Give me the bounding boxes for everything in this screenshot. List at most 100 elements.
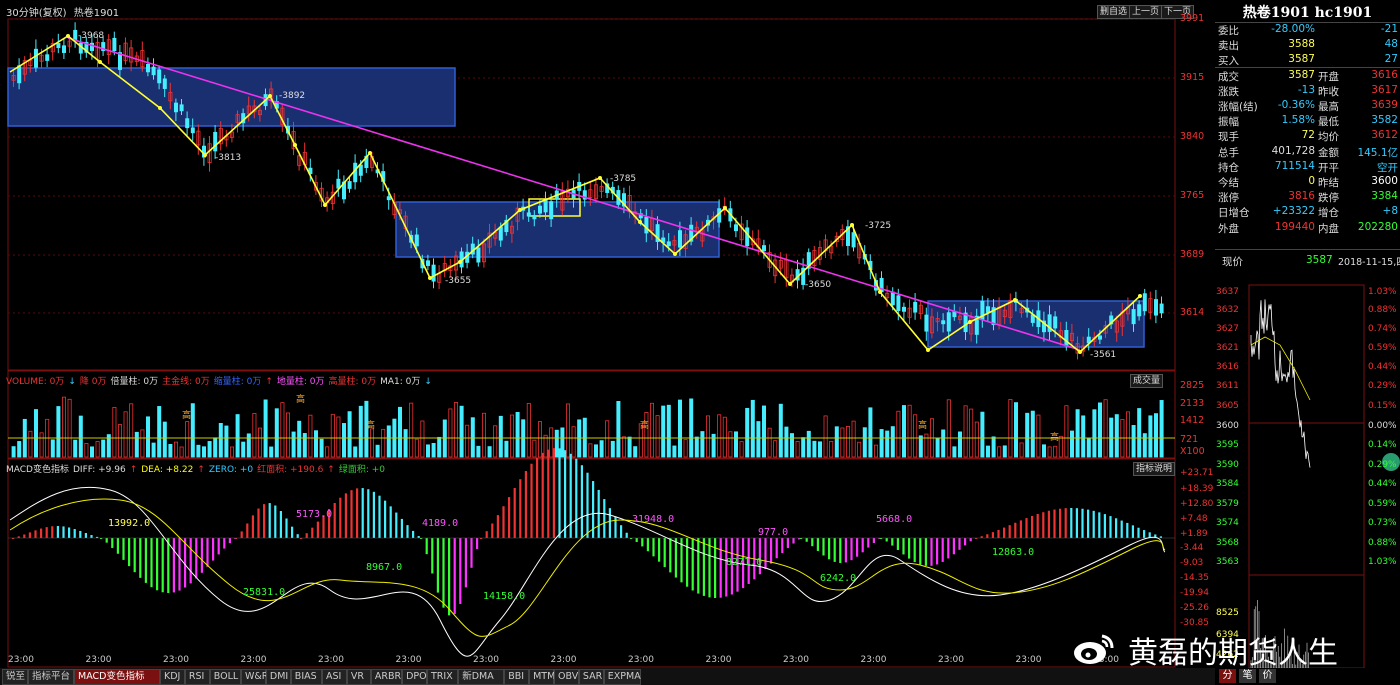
tab-8[interactable]: BIAS [290,669,322,685]
tab-5[interactable]: BOLL [209,669,241,685]
volume-bar [756,421,761,458]
macd-bar [128,538,131,567]
macd-bar [333,503,336,538]
volume-bar [862,427,867,458]
remove-watchlist-button[interactable]: 删自选 [1097,5,1131,19]
macd-bar [178,538,181,591]
macd-bar [719,538,722,598]
macd-tick: +18.39 [1180,484,1214,494]
volume-bar [784,426,789,458]
volume-bar [28,430,33,458]
quote-label: 成交 [1218,70,1239,83]
macd-bar [1042,512,1045,538]
macd-bar [691,538,694,591]
macd-bar [969,538,972,542]
volume-bar [67,398,72,458]
quote-value-2: 3582 [1371,114,1398,127]
volume-bar [375,444,380,458]
macd-bar [980,536,983,538]
quote-value-2: 3616 [1371,68,1398,81]
indicator-help-button[interactable]: 指标说明 [1133,462,1176,476]
tab-2[interactable]: MACD变色指标 [74,669,160,685]
tab-16[interactable]: MTM [529,669,555,685]
candle-body [1098,335,1103,340]
prev-page-button[interactable]: 上一页 [1129,5,1163,19]
legend-item: ↑ [129,465,138,475]
current-price-value: 3587 [1306,254,1333,266]
volume-bar [509,414,514,458]
price-annotation: -3725 [865,221,892,231]
macd-bar [536,457,539,538]
volume-type-button[interactable]: 成交量 [1130,374,1164,388]
macd-bar [822,538,825,556]
tab-11[interactable]: ARBR [370,669,403,685]
volume-bar [958,431,963,458]
volume-bar [409,402,414,458]
volume-legend: VOLUME: 0万 ↓ 降 0万 倍量柱: 0万 主金线: 0万 缩量柱: 0万 ↑ 地量柱… [6,374,436,387]
price-tick: 3991 [1180,13,1205,24]
tab-3[interactable]: KDJ [160,669,185,685]
zigzag-arrow [518,208,522,212]
macd-bar [195,538,198,579]
macd-bar [51,526,54,538]
quote-value-2: +8 [1382,205,1398,218]
price-annotation: -3655 [445,276,472,286]
tab-9[interactable]: ASI [322,669,347,685]
candle-body [526,212,531,217]
volume-tick: 2825 [1180,380,1205,391]
volume-bar [319,438,324,458]
tab-13[interactable]: TRIX [427,669,459,685]
volume-bar [1036,414,1041,458]
volume-bar [885,430,890,458]
tab-6[interactable]: W&R [241,669,268,685]
macd-bar [291,526,294,538]
quote-label-2: 内盘 [1318,222,1339,235]
macd-bar [316,521,319,538]
tab-4[interactable]: RSI [184,669,210,685]
volume-bar [616,401,621,458]
tab-1[interactable]: 指标平台 [28,669,74,685]
mini-percent-tick: 0.29% [1368,381,1397,391]
macd-tick: -9.03 [1180,558,1204,568]
macd-bar [68,527,71,538]
quote-row: 委比 -28.00% -21 [1218,23,1398,38]
volume-bar [1126,411,1131,458]
macd-bar [1008,525,1011,538]
legend-item: ↓ [68,377,76,387]
tab-10[interactable]: VR [346,669,371,685]
tab-14[interactable]: 新DMA [458,669,505,685]
candle-body [538,205,543,214]
quote-row: 涨幅(结) -0.36% 最高 3639 [1218,99,1398,114]
macd-bar [844,538,847,563]
candle-body [1142,293,1147,312]
volume-bar [991,436,996,458]
tab-19[interactable]: EXPMA [603,669,642,685]
quote-row: 振幅 1.58% 最低 3582 [1218,114,1398,129]
tab-17[interactable]: OBV [554,669,579,685]
macd-bar [223,538,226,549]
tab-7[interactable]: DMI [265,669,291,685]
candle-body [1053,316,1058,329]
tab-0[interactable]: 锐至 [2,669,28,685]
tab-18[interactable]: SAR [578,669,604,685]
price-annotation: -3892 [279,91,306,101]
zigzag-arrow [98,60,102,64]
macd-bar [1081,508,1084,538]
volume-bar [162,421,167,458]
mini-price-tick: 3590 [1216,460,1239,470]
volume-bar [476,445,481,458]
tab-15[interactable]: BBI [504,669,530,685]
time-tick: 23:00 [705,655,732,665]
candle-body [946,312,951,332]
macd-bar [1109,516,1112,538]
legend-item: 倍量柱: 0万 [110,377,159,387]
macd-bar [1070,508,1073,538]
candle-body [896,295,901,311]
candle-body [145,63,150,73]
macd-bar [885,538,888,542]
tab-12[interactable]: DPO [402,669,427,685]
quote-value-2: 202280 [1357,220,1398,233]
volume-bar [386,425,391,458]
volume-bar [353,446,358,458]
quote-label-2: 跌停 [1318,192,1339,205]
